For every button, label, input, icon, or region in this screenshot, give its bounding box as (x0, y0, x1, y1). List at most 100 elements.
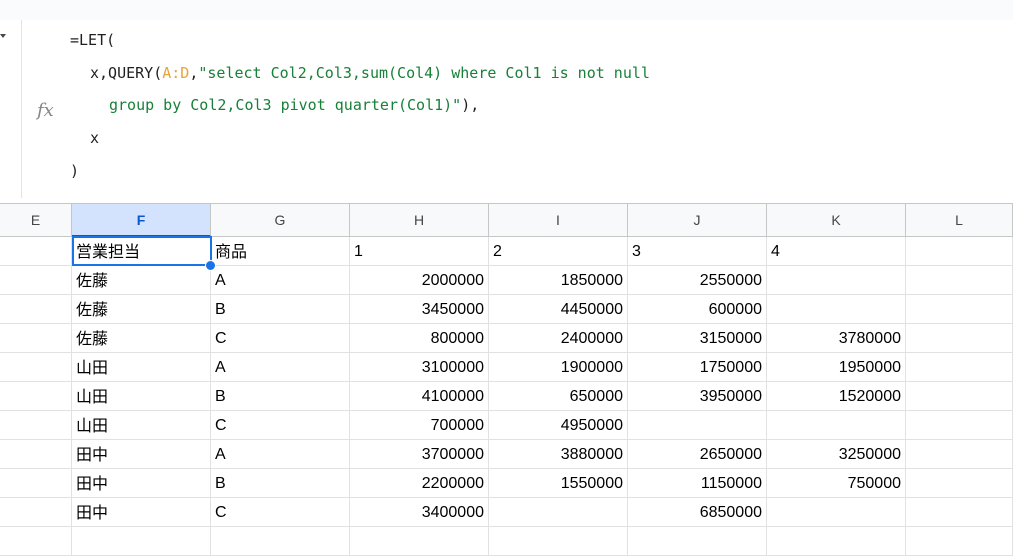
data-cell[interactable]: 田中 (72, 498, 211, 527)
data-cell[interactable] (0, 469, 72, 498)
data-cell[interactable] (906, 353, 1013, 382)
data-cell[interactable] (72, 527, 211, 556)
data-cell[interactable]: 山田 (72, 353, 211, 382)
data-cell[interactable]: 4100000 (350, 382, 489, 411)
formula-line-4[interactable]: x (90, 128, 99, 148)
data-cell[interactable]: 2000000 (350, 266, 489, 295)
data-cell[interactable]: 2650000 (628, 440, 767, 469)
data-cell[interactable] (906, 266, 1013, 295)
formula-line-1[interactable]: =LET( (70, 30, 115, 50)
data-cell[interactable] (628, 411, 767, 440)
data-cell[interactable] (767, 498, 906, 527)
data-cell[interactable]: A (211, 440, 350, 469)
data-cell[interactable]: 750000 (767, 469, 906, 498)
column-header-g[interactable]: G (211, 204, 350, 237)
column-header-j[interactable]: J (628, 204, 767, 237)
data-cell[interactable]: 山田 (72, 411, 211, 440)
data-cell[interactable] (0, 295, 72, 324)
data-cell[interactable] (767, 266, 906, 295)
column-header-e[interactable]: E (0, 204, 72, 237)
data-cell[interactable]: B (211, 469, 350, 498)
formula-line-3[interactable]: group by Col2,Col3 pivot quarter(Col1)")… (109, 95, 479, 115)
data-cell[interactable] (906, 324, 1013, 353)
data-cell[interactable] (350, 527, 489, 556)
data-cell[interactable]: C (211, 411, 350, 440)
formula-line-2[interactable]: x,QUERY(A:D,"select Col2,Col3,sum(Col4) … (90, 63, 650, 83)
formula-line-5[interactable]: ) (70, 161, 79, 181)
data-cell[interactable] (0, 382, 72, 411)
data-cell[interactable]: 3950000 (628, 382, 767, 411)
data-cell[interactable]: C (211, 498, 350, 527)
data-cell[interactable] (906, 440, 1013, 469)
data-cell[interactable] (628, 527, 767, 556)
data-cell[interactable] (767, 527, 906, 556)
data-cell[interactable]: 3100000 (350, 353, 489, 382)
data-cell[interactable]: 3150000 (628, 324, 767, 353)
data-cell[interactable]: 800000 (350, 324, 489, 353)
data-cell[interactable]: 700000 (350, 411, 489, 440)
data-cell[interactable] (0, 440, 72, 469)
data-cell[interactable]: C (211, 324, 350, 353)
data-cell[interactable] (767, 411, 906, 440)
header-cell[interactable]: 商品 (211, 237, 350, 266)
data-cell[interactable]: 佐藤 (72, 266, 211, 295)
data-cell[interactable] (906, 411, 1013, 440)
data-cell[interactable]: 1750000 (628, 353, 767, 382)
data-cell[interactable]: 1150000 (628, 469, 767, 498)
data-cell[interactable]: A (211, 266, 350, 295)
header-cell[interactable]: 2 (489, 237, 628, 266)
data-cell[interactable] (0, 498, 72, 527)
data-cell[interactable] (906, 295, 1013, 324)
data-cell[interactable]: 1550000 (489, 469, 628, 498)
data-cell[interactable]: 600000 (628, 295, 767, 324)
data-cell[interactable]: 田中 (72, 469, 211, 498)
data-cell[interactable]: 650000 (489, 382, 628, 411)
column-header-l[interactable]: L (906, 204, 1013, 237)
data-cell[interactable]: 佐藤 (72, 324, 211, 353)
column-header-k[interactable]: K (767, 204, 906, 237)
header-cell[interactable]: 4 (767, 237, 906, 266)
data-cell[interactable] (906, 527, 1013, 556)
header-cell[interactable] (0, 237, 72, 266)
data-cell[interactable] (767, 295, 906, 324)
data-cell[interactable]: 2200000 (350, 469, 489, 498)
name-box-dropdown-icon[interactable] (0, 34, 6, 38)
data-cell[interactable] (211, 527, 350, 556)
data-cell[interactable] (906, 469, 1013, 498)
data-cell[interactable] (489, 527, 628, 556)
data-cell[interactable] (0, 324, 72, 353)
data-cell[interactable] (0, 527, 72, 556)
data-cell[interactable]: 2400000 (489, 324, 628, 353)
data-cell[interactable]: 3250000 (767, 440, 906, 469)
data-cell[interactable]: 1850000 (489, 266, 628, 295)
column-header-h[interactable]: H (350, 204, 489, 237)
data-cell[interactable]: 4450000 (489, 295, 628, 324)
data-cell[interactable]: 3780000 (767, 324, 906, 353)
data-cell[interactable]: 3880000 (489, 440, 628, 469)
data-cell[interactable] (906, 498, 1013, 527)
data-cell[interactable]: B (211, 382, 350, 411)
data-cell[interactable]: 佐藤 (72, 295, 211, 324)
column-header-f[interactable]: F (72, 204, 211, 237)
data-cell[interactable]: 3400000 (350, 498, 489, 527)
data-cell[interactable]: 6850000 (628, 498, 767, 527)
data-cell[interactable]: B (211, 295, 350, 324)
data-cell[interactable]: 4950000 (489, 411, 628, 440)
data-cell[interactable]: A (211, 353, 350, 382)
fill-handle[interactable] (205, 260, 216, 271)
data-cell[interactable]: 2550000 (628, 266, 767, 295)
header-cell[interactable] (906, 237, 1013, 266)
data-cell[interactable] (0, 266, 72, 295)
data-cell[interactable] (906, 382, 1013, 411)
data-cell[interactable]: 山田 (72, 382, 211, 411)
data-cell[interactable] (0, 353, 72, 382)
data-cell[interactable]: 1900000 (489, 353, 628, 382)
data-cell[interactable]: 3700000 (350, 440, 489, 469)
data-cell[interactable]: 田中 (72, 440, 211, 469)
header-cell[interactable]: 3 (628, 237, 767, 266)
header-cell[interactable]: 1 (350, 237, 489, 266)
data-cell[interactable]: 1950000 (767, 353, 906, 382)
column-header-i[interactable]: I (489, 204, 628, 237)
data-cell[interactable]: 1520000 (767, 382, 906, 411)
data-cell[interactable] (0, 411, 72, 440)
